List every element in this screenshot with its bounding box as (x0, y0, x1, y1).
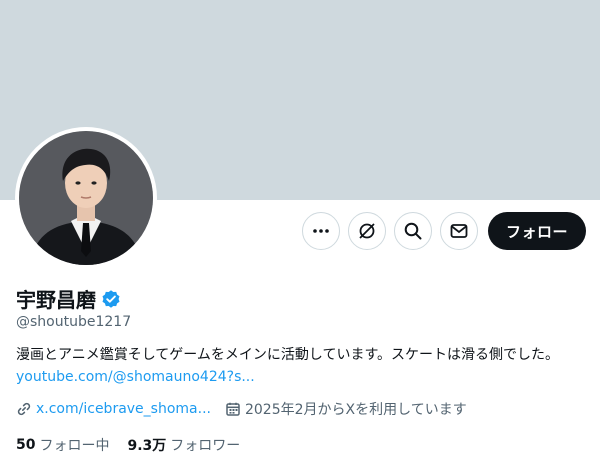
avatar[interactable] (15, 127, 157, 269)
followers-stat[interactable]: 9.3万 フォロワー (127, 435, 240, 455)
bio-text: 漫画とアニメ鑑賞そしてゲームをメインに活動しています。スケートは滑る側でした。 (16, 347, 560, 363)
followers-count: 9.3万 (127, 438, 167, 454)
display-name: 宇野昌磨 (16, 288, 96, 312)
website-item: x.com/icebrave_shoma... (16, 401, 211, 417)
joined-text: 2025年2月からXを利用しています (244, 402, 467, 418)
profile-meta: x.com/icebrave_shoma... 2025年2月からXを利用してい… (16, 399, 481, 419)
message-button[interactable] (439, 212, 478, 250)
avatar-image (19, 131, 153, 265)
website-link[interactable]: x.com/icebrave_shoma... (36, 401, 211, 417)
following-stat[interactable]: 50 フォロー中 (16, 435, 109, 455)
following-label: フォロー中 (39, 438, 110, 454)
followers-label: フォロワー (170, 438, 241, 454)
follow-button[interactable]: フォロー (487, 212, 586, 250)
profile-actions: フォロー (301, 212, 586, 250)
grok-icon (357, 221, 377, 241)
search-icon (403, 221, 423, 241)
more-icon (312, 222, 330, 240)
joined-item: 2025年2月からXを利用しています (225, 399, 467, 419)
following-count: 50 (16, 437, 36, 453)
more-button[interactable] (301, 212, 340, 250)
profile-name-row: 宇野昌磨 (16, 284, 121, 313)
profile-stats: 50 フォロー中 9.3万 フォロワー (16, 435, 258, 455)
grok-button[interactable] (347, 212, 386, 250)
verified-badge-icon[interactable] (101, 289, 121, 309)
profile-handle: @shoutube1217 (16, 314, 132, 330)
message-icon (449, 221, 469, 241)
link-icon (16, 401, 32, 417)
calendar-icon (225, 401, 241, 417)
profile-bio: 漫画とアニメ鑑賞そしてゲームをメインに活動しています。スケートは滑る側でした。 y… (16, 344, 588, 388)
bio-link[interactable]: youtube.com/@shomauno424?s... (16, 369, 255, 385)
search-button[interactable] (393, 212, 432, 250)
